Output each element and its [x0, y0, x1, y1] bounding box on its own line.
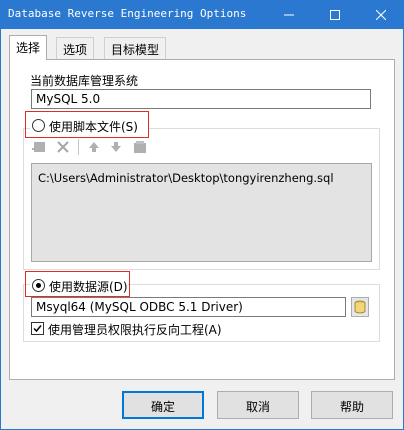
datasource-field[interactable]: Msyql64 (MySQL ODBC 5.1 Driver) — [31, 297, 346, 317]
ok-button-label: 确定 — [150, 400, 175, 414]
script-option-label: 使用脚本文件(S) — [49, 120, 138, 134]
datasource-option[interactable]: 使用数据源(D) — [30, 276, 128, 296]
tab-select-label: 选择 — [16, 41, 41, 55]
list-item[interactable]: C:\Users\Administrator\Desktop\tongyiren… — [38, 171, 334, 185]
datasource-connect-icon — [354, 300, 366, 314]
tab-target-model[interactable]: 目标模型 — [104, 37, 167, 59]
admin-option-label: 使用管理员权限执行反向工程(A) — [48, 323, 222, 337]
add-file-icon[interactable] — [32, 139, 48, 155]
datasource-connect-button[interactable] — [351, 297, 369, 317]
title-bar[interactable]: Database Reverse Engineering Options — [0, 0, 404, 29]
delete-icon[interactable] — [55, 139, 71, 155]
help-button-label: 帮助 — [339, 400, 364, 414]
datasource-option-label: 使用数据源(D) — [49, 280, 128, 294]
minimize-icon — [284, 14, 294, 15]
ok-button[interactable]: 确定 — [122, 391, 204, 419]
close-icon — [376, 9, 386, 20]
script-option[interactable]: 使用脚本文件(S) — [30, 116, 148, 136]
cancel-button[interactable]: 取消 — [217, 391, 299, 419]
tab-target-model-label: 目标模型 — [111, 43, 160, 57]
maximize-icon — [330, 9, 340, 20]
window-title: Database Reverse Engineering Options — [8, 7, 247, 20]
dbms-value: MySQL 5.0 — [36, 92, 101, 106]
datasource-radio[interactable] — [32, 279, 45, 292]
move-down-icon[interactable] — [108, 139, 124, 155]
help-button[interactable]: 帮助 — [311, 391, 393, 419]
toolbar-separator — [78, 139, 79, 155]
browse-folder-icon[interactable] — [132, 139, 148, 155]
close-button[interactable] — [358, 0, 404, 29]
script-file-list[interactable]: C:\Users\Administrator\Desktop\tongyiren… — [31, 163, 372, 262]
minimize-button[interactable] — [266, 0, 312, 29]
tab-options-label: 选项 — [63, 43, 88, 57]
dbms-field[interactable]: MySQL 5.0 — [31, 89, 371, 109]
dbms-label: 当前数据库管理系统 — [30, 74, 139, 88]
tab-select[interactable]: 选择 — [9, 35, 48, 60]
cancel-button-label: 取消 — [245, 400, 270, 414]
script-radio[interactable] — [32, 119, 45, 132]
admin-checkbox[interactable] — [31, 322, 44, 335]
maximize-button[interactable] — [312, 0, 358, 29]
move-up-icon[interactable] — [86, 139, 102, 155]
datasource-value: Msyql64 (MySQL ODBC 5.1 Driver) — [36, 300, 243, 314]
admin-option[interactable]: 使用管理员权限执行反向工程(A) — [30, 320, 230, 338]
tab-options[interactable]: 选项 — [56, 37, 95, 59]
checkmark-icon — [33, 325, 42, 333]
